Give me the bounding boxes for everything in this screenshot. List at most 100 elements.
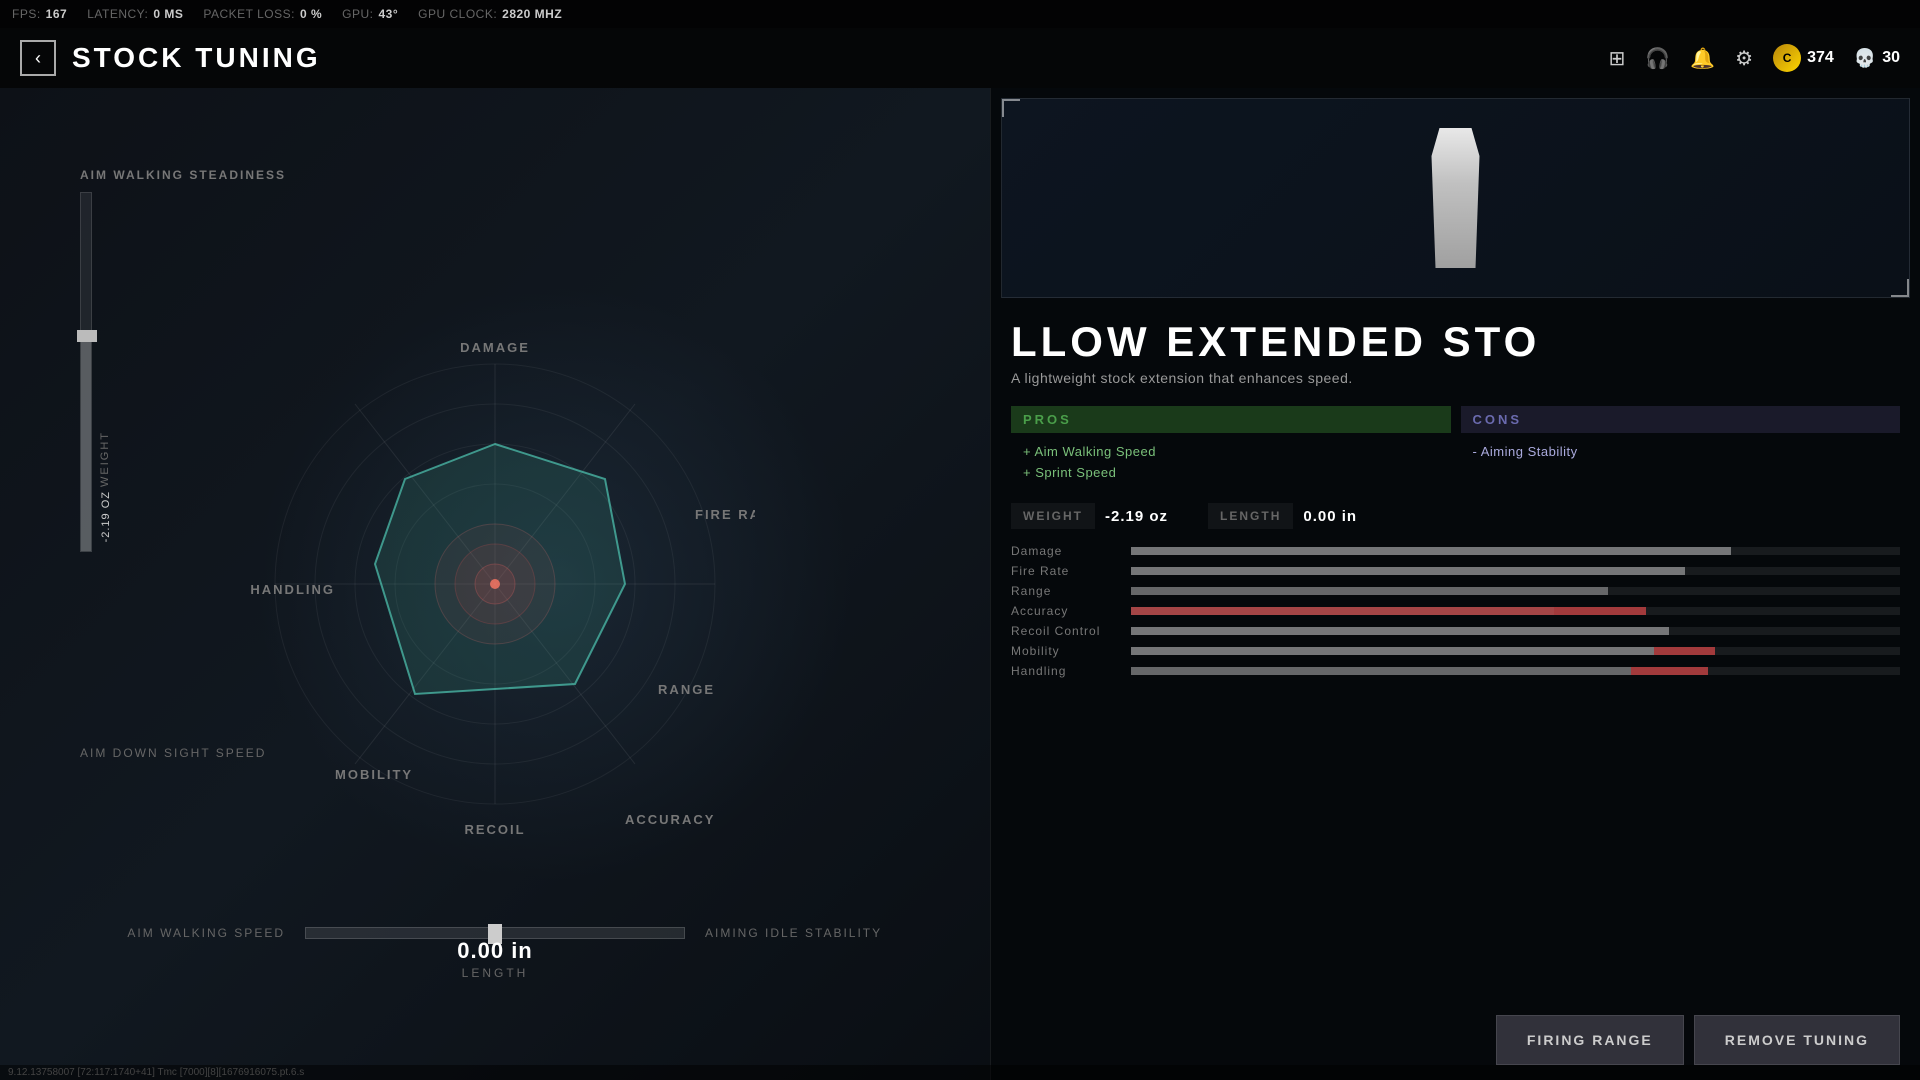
pro-item-2: + Sprint Speed — [1011, 462, 1451, 483]
gpu-label: GPU: — [342, 7, 373, 21]
item-description: A lightweight stock extension that enhan… — [1011, 370, 1900, 386]
packet-loss-value: 0 % — [300, 7, 322, 21]
gpu-value: 43° — [378, 7, 398, 21]
svg-text:HANDLING: HANDLING — [250, 582, 335, 597]
fps-label: FPS: — [12, 7, 41, 21]
stat-name-1: Fire Rate — [1011, 564, 1131, 578]
pros-column: PROS + Aim Walking Speed + Sprint Speed — [1011, 406, 1451, 483]
stat-bar-2 — [1131, 587, 1900, 595]
stat-fill-2 — [1131, 587, 1608, 595]
skull-value: 30 — [1882, 49, 1900, 67]
page-title: STOCK TUNING — [72, 42, 321, 74]
stat-fill-3 — [1131, 607, 1554, 615]
stat-bar-5 — [1131, 647, 1900, 655]
grid-icon[interactable]: ⊞ — [1609, 46, 1626, 71]
header-right: ⊞ 🎧 🔔 ⚙ C 374 💀 30 — [1609, 44, 1900, 72]
gpu-clock-display: GPU CLOCK: 2820 MHZ — [418, 7, 562, 21]
stat-row-range: Range — [1011, 584, 1900, 598]
length-label: LENGTH — [457, 966, 532, 980]
stat-row-damage: Damage — [1011, 544, 1900, 558]
fps-display: FPS: 167 — [12, 7, 67, 21]
cons-column: CONS - Aiming Stability — [1461, 406, 1901, 483]
stat-bar-4 — [1131, 627, 1900, 635]
skull-currency-display: 💀 30 — [1854, 48, 1900, 69]
stat-delta-5 — [1654, 647, 1716, 655]
svg-text:RECOIL: RECOIL — [464, 822, 525, 837]
length-display: 0.00 in LENGTH — [457, 938, 532, 980]
gpu-clock-label: GPU CLOCK: — [418, 7, 497, 21]
svg-text:RANGE: RANGE — [658, 682, 715, 697]
stat-name-5: Mobility — [1011, 644, 1131, 658]
stat-fill-1 — [1131, 567, 1685, 575]
stat-fill-4 — [1131, 627, 1669, 635]
latency-display: LATENCY: 0 MS — [87, 7, 183, 21]
stat-name-2: Range — [1011, 584, 1131, 598]
aim-walking-steadiness-slider[interactable] — [80, 192, 92, 552]
fps-value: 167 — [46, 7, 68, 21]
debug-info: 9.12.13758007 [72:117:1740+41] Tmc [7000… — [0, 1065, 1920, 1080]
remove-tuning-button[interactable]: REMOVE TUNING — [1694, 1015, 1900, 1065]
stat-bar-1 — [1131, 567, 1900, 575]
item-title: LLOW EXTENDED STO — [1011, 318, 1900, 366]
bell-icon[interactable]: 🔔 — [1690, 46, 1715, 71]
firing-range-button[interactable]: FIRING RANGE — [1496, 1015, 1684, 1065]
stat-fill-0 — [1131, 547, 1731, 555]
currency-icon: C — [1773, 44, 1801, 72]
stat-name-0: Damage — [1011, 544, 1131, 558]
weight-value-right: -2.19 oz — [1105, 508, 1168, 525]
stat-row-recoil-control: Recoil Control — [1011, 624, 1900, 638]
right-panel: LLOW EXTENDED STO A lightweight stock ex… — [990, 88, 1920, 1080]
weapon-image — [1416, 128, 1496, 268]
stat-name-6: Handling — [1011, 664, 1131, 678]
svg-text:DAMAGE: DAMAGE — [460, 340, 530, 355]
svg-text:ACCURACY: ACCURACY — [625, 812, 715, 827]
status-bar: FPS: 167 LATENCY: 0 MS PACKET LOSS: 0 % … — [0, 0, 1920, 28]
currency-value: 374 — [1807, 49, 1834, 67]
length-value: 0.00 in — [457, 938, 532, 964]
latency-label: LATENCY: — [87, 7, 148, 21]
length-box: LENGTH 0.00 in — [1208, 503, 1357, 529]
weight-box: WEIGHT -2.19 oz — [1011, 503, 1168, 529]
stat-name-4: Recoil Control — [1011, 624, 1131, 638]
cons-header: CONS — [1461, 406, 1901, 433]
stat-bar-3 — [1131, 607, 1900, 615]
packet-loss-label: PACKET LOSS: — [203, 7, 295, 21]
pros-header: PROS — [1011, 406, 1451, 433]
settings-icon[interactable]: ⚙ — [1735, 46, 1753, 71]
stat-row-mobility: Mobility — [1011, 644, 1900, 658]
back-button[interactable]: ‹ — [20, 40, 56, 76]
main-content: AIM WALKING STEADINESS WEIGHT -2.19 OZ A… — [0, 88, 1920, 1080]
length-value-right: 0.00 in — [1303, 508, 1357, 525]
stat-fill-6 — [1131, 667, 1631, 675]
aim-walking-steadiness-thumb[interactable] — [77, 330, 97, 342]
stats-bars: Damage Fire Rate Range Accuracy Recoil Contr… — [991, 539, 1920, 1000]
currency-display: C 374 — [1773, 44, 1834, 72]
weight-length-display: WEIGHT -2.19 oz LENGTH 0.00 in — [991, 493, 1920, 539]
stat-row-accuracy: Accuracy — [1011, 604, 1900, 618]
latency-value: 0 MS — [153, 7, 183, 21]
svg-text:MOBILITY: MOBILITY — [335, 767, 413, 782]
header: ‹ STOCK TUNING ⊞ 🎧 🔔 ⚙ C 374 💀 30 — [0, 28, 1920, 88]
left-panel: AIM WALKING STEADINESS WEIGHT -2.19 OZ A… — [0, 88, 990, 1080]
radar-chart: DAMAGE FIRE RATE HANDLING RANGE ACCURACY… — [235, 324, 755, 844]
stat-bar-0 — [1131, 547, 1900, 555]
con-item-1: - Aiming Stability — [1461, 441, 1901, 462]
stat-delta-3 — [1554, 607, 1646, 615]
stat-delta-6 — [1631, 667, 1708, 675]
item-title-area: LLOW EXTENDED STO A lightweight stock ex… — [991, 308, 1920, 396]
aiming-idle-stability-label: AIMING IDLE STABILITY — [705, 926, 905, 940]
weight-label-right: WEIGHT — [1011, 503, 1095, 529]
weapon-preview — [1001, 98, 1910, 298]
pro-item-1: + Aim Walking Speed — [1011, 441, 1451, 462]
stat-row-fire-rate: Fire Rate — [1011, 564, 1900, 578]
packet-loss-display: PACKET LOSS: 0 % — [203, 7, 322, 21]
headset-icon[interactable]: 🎧 — [1645, 46, 1670, 71]
aim-walking-speed-label: AIM WALKING SPEED — [85, 926, 285, 940]
stat-row-handling: Handling — [1011, 664, 1900, 678]
pros-cons: PROS + Aim Walking Speed + Sprint Speed … — [991, 396, 1920, 493]
weight-value-left: -2.19 OZ — [100, 491, 112, 542]
gpu-clock-value: 2820 MHZ — [502, 7, 562, 21]
stat-fill-5 — [1131, 647, 1654, 655]
gpu-display: GPU: 43° — [342, 7, 398, 21]
skull-icon: 💀 — [1854, 48, 1876, 69]
